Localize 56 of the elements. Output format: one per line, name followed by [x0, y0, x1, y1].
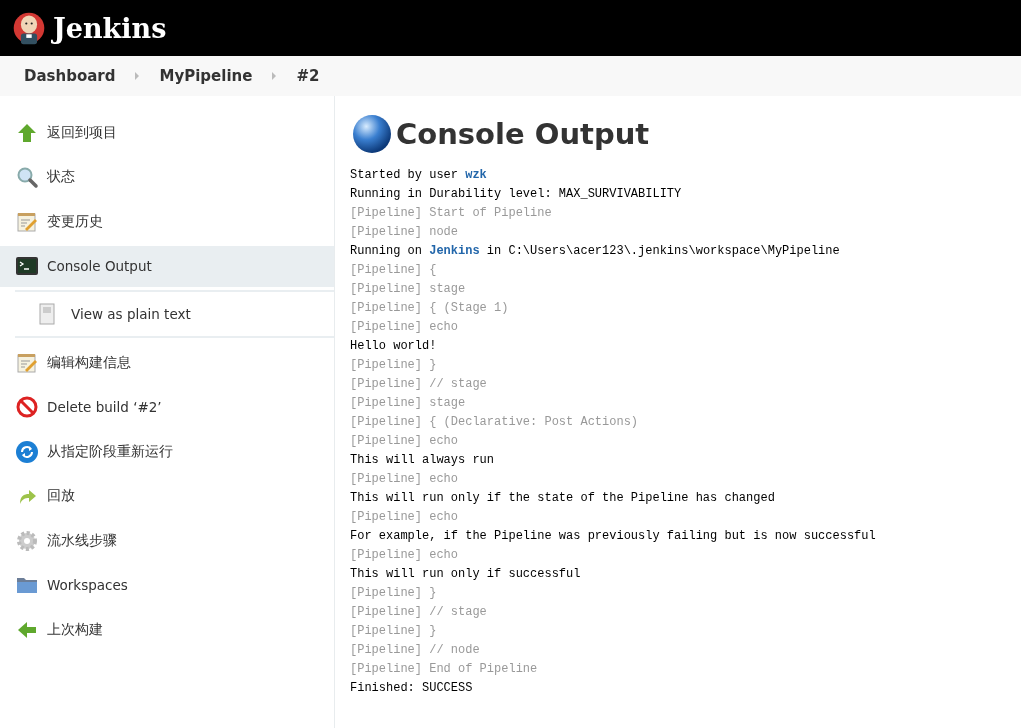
sidebar-item[interactable]: Delete build ‘#2’ — [0, 386, 334, 428]
settings-icon — [15, 528, 39, 553]
console-line: Running on Jenkins in C:\Users\acer123\.jenkins\workspace\MyPipeline — [350, 243, 841, 260]
chevron-icon — [272, 72, 277, 80]
console-line: [Pipeline] echo — [350, 509, 460, 526]
console-line: [Pipeline] } — [350, 623, 438, 640]
terminal-icon — [15, 254, 39, 278]
sidebar-item[interactable]: 回放 — [0, 475, 334, 517]
sidebar-item[interactable]: 流水线步骤 — [0, 520, 334, 561]
console-line: [Pipeline] End of Pipeline — [350, 661, 539, 678]
butler-logo-icon[interactable] — [11, 10, 47, 46]
console-link[interactable]: Jenkins — [429, 244, 480, 258]
console-line: [Pipeline] echo — [350, 319, 460, 336]
console-line: [Pipeline] Start of Pipeline — [350, 205, 553, 222]
console-line: [Pipeline] echo — [350, 547, 460, 564]
sidebar-item[interactable]: View as plain text — [0, 292, 334, 336]
console-line: [Pipeline] // stage — [350, 376, 488, 393]
search-icon — [15, 165, 39, 189]
console-line: Hello world! — [350, 338, 438, 355]
refresh-icon — [15, 439, 39, 464]
no-entry-icon — [15, 395, 39, 419]
console-line: [Pipeline] stage — [350, 395, 467, 412]
console-line: [Pipeline] // stage — [350, 604, 488, 621]
sidebar-item[interactable]: 变更历史 — [0, 201, 334, 242]
console-link[interactable]: wzk — [465, 168, 487, 182]
console-line: [Pipeline] node — [350, 224, 460, 241]
sidebar-item[interactable]: Console Output — [0, 245, 334, 287]
page-title: Console Output — [396, 117, 650, 151]
console-line: [Pipeline] // node — [350, 642, 481, 659]
console-line: Running in Durability level: MAX_SURVIVABILITY — [350, 186, 683, 203]
breadcrumb-link[interactable]: MyPipeline — [159, 67, 253, 85]
sidebar-item[interactable]: 状态 — [0, 156, 334, 198]
console-line: Finished: SUCCESS — [350, 680, 474, 697]
sphere-icon — [352, 114, 392, 154]
console-line: [Pipeline] { (Stage 1) — [350, 300, 510, 317]
sidebar-item[interactable]: Workspaces — [0, 564, 334, 606]
console-line: [Pipeline] { — [350, 262, 438, 279]
chevron-icon — [135, 72, 140, 80]
sidebar-item[interactable]: 编辑构建信息 — [0, 342, 334, 383]
console-line: [Pipeline] } — [350, 357, 438, 374]
console-line: This will always run — [350, 452, 496, 469]
jenkins-title[interactable]: Jenkins — [53, 12, 167, 44]
breadcrumb-link[interactable]: #2 — [296, 67, 320, 85]
console-line: [Pipeline] echo — [350, 471, 460, 488]
console-line: This will run only if the state of the Pipeline has changed — [350, 490, 776, 507]
console-line: For example, if the Pipeline was previously failing but is now successful — [350, 528, 877, 545]
sidebar-item[interactable]: 返回到项目 — [0, 112, 334, 153]
console-line: [Pipeline] { (Declarative: Post Actions) — [350, 414, 640, 431]
console-line: [Pipeline] echo — [350, 433, 460, 450]
breadcrumb-link[interactable]: Dashboard — [24, 67, 116, 85]
console-line: [Pipeline] stage — [350, 281, 467, 298]
sidebar-item[interactable]: 上次构建 — [0, 609, 334, 650]
console-line: [Pipeline] } — [350, 585, 438, 602]
console-line: Started by user wzk — [350, 167, 488, 184]
sidebar-item[interactable]: 从指定阶段重新运行 — [0, 431, 334, 472]
console-line: This will run only if successful — [350, 566, 582, 583]
